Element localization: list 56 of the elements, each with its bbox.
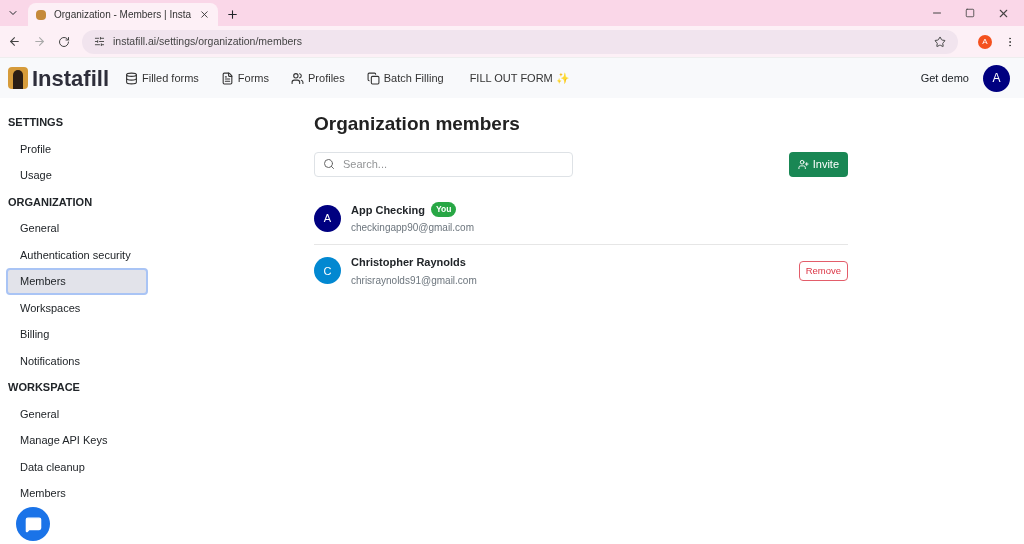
new-tab-icon[interactable] [225, 8, 239, 21]
invite-button[interactable]: Invite [788, 151, 848, 177]
sidebar-item[interactable]: Billing [6, 321, 148, 348]
database-icon [125, 71, 138, 85]
copy-icon [366, 71, 380, 85]
search-icon [323, 158, 335, 170]
page-title: Organization members [314, 112, 521, 136]
user-avatar[interactable]: A [983, 64, 1010, 92]
document-icon [220, 71, 234, 85]
you-badge: You [430, 202, 457, 218]
tab-title: Organization - Members | Insta [54, 8, 192, 22]
nav-link[interactable]: Forms [220, 69, 270, 87]
restore-icon[interactable] [965, 8, 975, 18]
chat-button[interactable] [16, 507, 50, 541]
tab-favicon-icon [36, 9, 46, 20]
search-input[interactable]: Search... [343, 155, 564, 173]
sidebar-item[interactable]: Profile [6, 135, 148, 162]
sidebar-item[interactable]: Notifications [6, 347, 148, 374]
users-icon [291, 71, 305, 85]
reload-icon[interactable] [58, 35, 70, 48]
sidebar-item[interactable]: Authentication security [6, 241, 148, 268]
back-icon[interactable] [8, 35, 21, 48]
sidebar-item[interactable]: Manage API Keys [6, 427, 148, 454]
member-name: App Checking [351, 202, 425, 218]
bookmark-icon[interactable] [934, 35, 946, 48]
remove-button[interactable]: Remove [798, 260, 848, 281]
member-email: chrisraynolds91@gmail.com [351, 273, 478, 288]
search-field[interactable]: Search... [314, 151, 573, 177]
sidebar-heading: ORGANIZATION [7, 194, 94, 210]
add-user-icon [797, 158, 809, 170]
sidebar-item[interactable]: Workspaces [6, 294, 148, 321]
url-text: instafill.ai/settings/organization/members [113, 33, 304, 49]
nav-link[interactable]: Profiles [291, 69, 345, 87]
member-avatar: C [314, 257, 341, 285]
member-name: Christopher Raynolds [351, 255, 466, 270]
sidebar-item[interactable]: Data cleanup [6, 453, 148, 480]
chat-icon [24, 515, 42, 533]
logo-text[interactable]: Instafill [32, 61, 109, 95]
address-bar[interactable]: instafill.ai/settings/organization/members [82, 29, 958, 54]
member-avatar: A [314, 204, 341, 232]
logo-icon [8, 67, 28, 89]
sidebar-heading: SETTINGS [7, 115, 64, 130]
close-icon[interactable] [199, 9, 210, 20]
browser-tab[interactable]: Organization - Members | Insta [28, 3, 218, 26]
sidebar-item[interactable]: Members [6, 268, 148, 295]
member-email: checkingapp90@gmail.com [351, 221, 475, 235]
site-settings-icon [94, 36, 105, 47]
sidebar-item[interactable]: Members [6, 480, 148, 507]
sidebar-item[interactable]: General [6, 215, 148, 242]
sidebar-item[interactable]: Usage [6, 162, 148, 189]
nav-link[interactable]: FILL OUT FORM ✨ [465, 69, 570, 87]
sidebar-heading: WORKSPACE [7, 380, 81, 395]
nav-link[interactable]: Batch Filling [366, 69, 444, 87]
nav-link[interactable]: Filled forms [125, 69, 199, 87]
sidebar-item[interactable]: General [6, 400, 148, 427]
get-demo-link[interactable]: Get demo [920, 69, 969, 87]
